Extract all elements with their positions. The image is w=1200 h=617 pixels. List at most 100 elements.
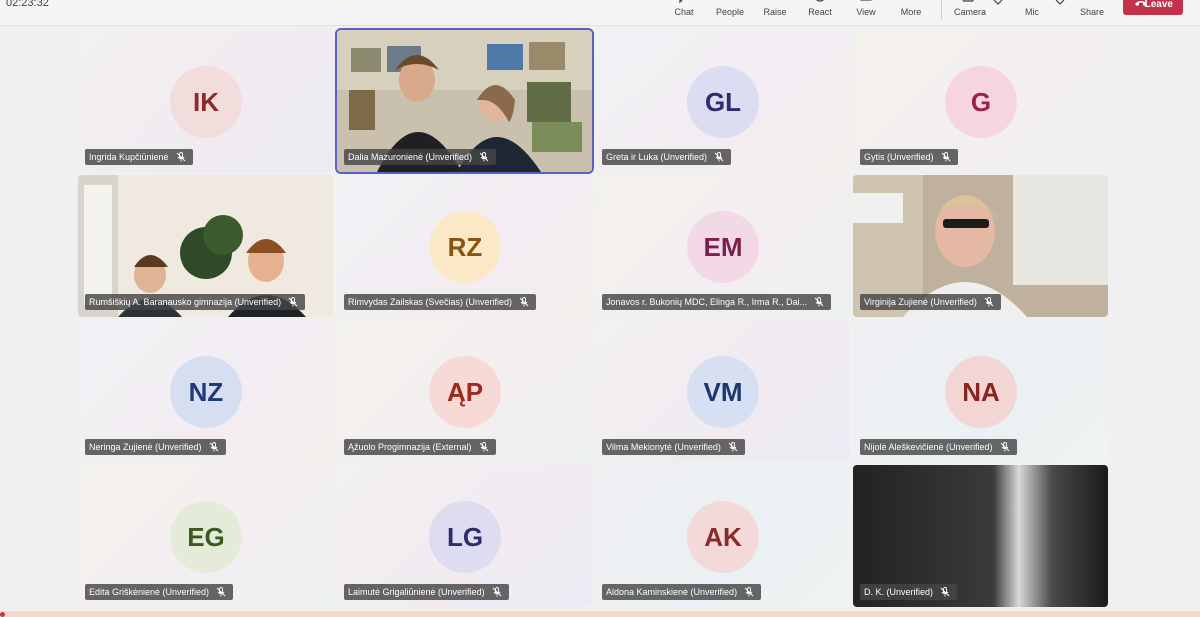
participant-tile[interactable]: EG Edita Griškėnienė (Unverified) [78,465,333,607]
participant-name-tag: Dalia Mazuronienė (Unverified) [344,149,497,165]
participant-name-tag: Rimvydas Zailskas (Svečias) (Unverified) [344,294,537,310]
people-label: People [715,7,745,17]
participant-avatar: EM [687,211,759,283]
mic-label: Mic [1025,7,1039,17]
participant-tile[interactable]: Dalia Mazuronienė (Unverified) [335,28,594,174]
participant-avatar: ĄP [429,356,501,428]
chat-button[interactable]: Chat [662,0,706,24]
more-icon: ··· [889,0,933,6]
participant-avatar: EG [170,501,242,573]
participant-tile[interactable]: D. K. (Unverified) [853,465,1108,607]
view-label: View [856,7,876,17]
participant-name: Jonavos r. Bukonių MDC, Elinga R., Irma … [606,297,808,307]
bottom-notification-strip [0,611,1200,617]
smiley-icon [798,0,842,6]
mic-muted-icon [519,297,529,307]
participant-name: Virginija Zujienė (Unverified) [864,297,977,307]
participant-tile[interactable]: Rumšiškių A. Baranausko gimnazija (Unver… [78,175,333,317]
participant-tile[interactable]: RZ Rimvydas Zailskas (Svečias) (Unverifie… [337,175,592,317]
participant-tile[interactable]: G Gytis (Unverified) [853,30,1108,172]
participant-tile[interactable]: IK Ingrida Kupčiūnienė [78,30,333,172]
mic-muted-icon [941,152,950,162]
more-button[interactable]: ··· More [889,0,933,24]
participant-name: Rumšiškių A. Baranausko gimnazija (Unver… [89,297,282,307]
participant-avatar: NA [945,356,1017,428]
participant-avatar: IK [170,66,242,138]
view-icon [844,0,888,6]
share-label: Share [1079,7,1105,17]
raise-hand-button[interactable]: Raise [753,0,797,24]
participant-name-tag: Laimutė Grigaliūnienė (Unverified) [344,584,509,600]
participant-name-tag: Virginija Zujienė (Unverified) [860,294,1001,310]
participant-name-tag: Ingrida Kupčiūnienė [85,149,193,165]
participant-name-tag: Greta ir Luka (Unverified) [602,149,732,165]
participant-name-tag: D. K. (Unverified) [860,584,958,600]
leave-button[interactable]: Leave [1123,0,1183,15]
participant-tile[interactable]: LG Laimutė Grigaliūnienė (Unverified) [337,465,592,607]
participant-name-tag: Vilma Mekionytė (Unverified) [602,439,745,455]
people-button[interactable]: People [708,0,752,24]
participant-name: Nijolė Aleškevičienė (Unverified) [864,442,993,452]
participant-name: D. K. (Unverified) [864,587,934,597]
react-button[interactable]: React [798,0,842,24]
camera-label: Camera [953,7,986,17]
camera-options-chevron-icon[interactable] [992,0,1004,10]
mic-muted-icon [744,587,754,597]
participant-name: Aldona Kaminskienė (Unverified) [606,587,738,597]
participant-tile[interactable]: Virginija Zujienė (Unverified) [853,175,1108,317]
share-button[interactable]: Share [1070,0,1114,24]
participant-name-tag: Neringa Zujienė (Unverified) [85,439,226,455]
participant-tile[interactable]: VM Vilma Mekionytė (Unverified) [595,320,850,462]
recording-indicator-icon [0,612,5,617]
mic-muted-icon [479,442,488,452]
mic-icon [1010,0,1054,6]
mic-muted-icon [176,152,185,162]
participant-avatar: AK [687,501,759,573]
participant-name: Edita Griškėnienė (Unverified) [89,587,210,597]
participant-avatar: GL [687,66,759,138]
mic-muted-icon [479,152,489,162]
participant-name: Ingrida Kupčiūnienė [89,152,169,162]
meeting-timer: 02:23:32 [6,0,49,9]
participant-name-tag: Rumšiškių A. Baranausko gimnazija (Unver… [85,294,306,310]
participant-tile[interactable]: ĄP Ąžuolo Progimnazija (External) [337,320,592,462]
participant-name: Gytis (Unverified) [864,152,934,162]
participant-tile[interactable]: AK Aldona Kaminskienė (Unverified) [595,465,850,607]
participant-name-tag: Ąžuolo Progimnazija (External) [344,439,496,455]
camera-button[interactable]: Camera [948,0,992,24]
mic-muted-icon [728,442,738,452]
mic-button[interactable]: Mic [1010,0,1054,24]
mic-muted-icon [288,297,298,307]
participant-avatar: RZ [429,211,501,283]
mic-muted-icon [940,587,950,597]
participant-name: Rimvydas Zailskas (Svečias) (Unverified) [348,297,513,307]
participant-name-tag: Edita Griškėnienė (Unverified) [85,584,234,600]
camera-icon [948,0,992,6]
view-button[interactable]: View [844,0,888,24]
participant-name: Ąžuolo Progimnazija (External) [348,442,472,452]
participant-tile[interactable]: NZ Neringa Zujienė (Unverified) [78,320,333,462]
mic-options-chevron-icon[interactable] [1054,0,1066,10]
mic-muted-icon [814,297,824,307]
toolbar-divider [941,0,942,20]
participant-name-tag: Gytis (Unverified) [860,149,958,165]
mic-muted-icon [216,587,226,597]
participant-name: Vilma Mekionytė (Unverified) [606,442,721,452]
participant-avatar: VM [687,356,759,428]
participant-avatar: G [945,66,1017,138]
phone-hangup-icon [1135,1,1147,6]
participant-name: Neringa Zujienė (Unverified) [89,442,202,452]
share-icon [1070,0,1114,6]
chat-label: Chat [674,7,694,17]
more-label: More [900,7,922,17]
participant-name: Greta ir Luka (Unverified) [606,152,708,162]
participant-tile[interactable]: NA Nijolė Aleškevičienė (Unverified) [853,320,1108,462]
chat-icon [662,0,706,6]
mic-muted-icon [714,152,724,162]
participant-tile[interactable]: EM Jonavos r. Bukonių MDC, Elinga R., Irm… [595,175,850,317]
participant-tile[interactable]: GL Greta ir Luka (Unverified) [595,30,850,172]
leave-label: Leave [1144,0,1173,10]
meeting-toolbar: 02:23:32 Chat People Raise React View ··… [0,0,1200,26]
mic-muted-icon [209,442,218,452]
participant-name-tag: Jonavos r. Bukonių MDC, Elinga R., Irma … [602,294,832,310]
